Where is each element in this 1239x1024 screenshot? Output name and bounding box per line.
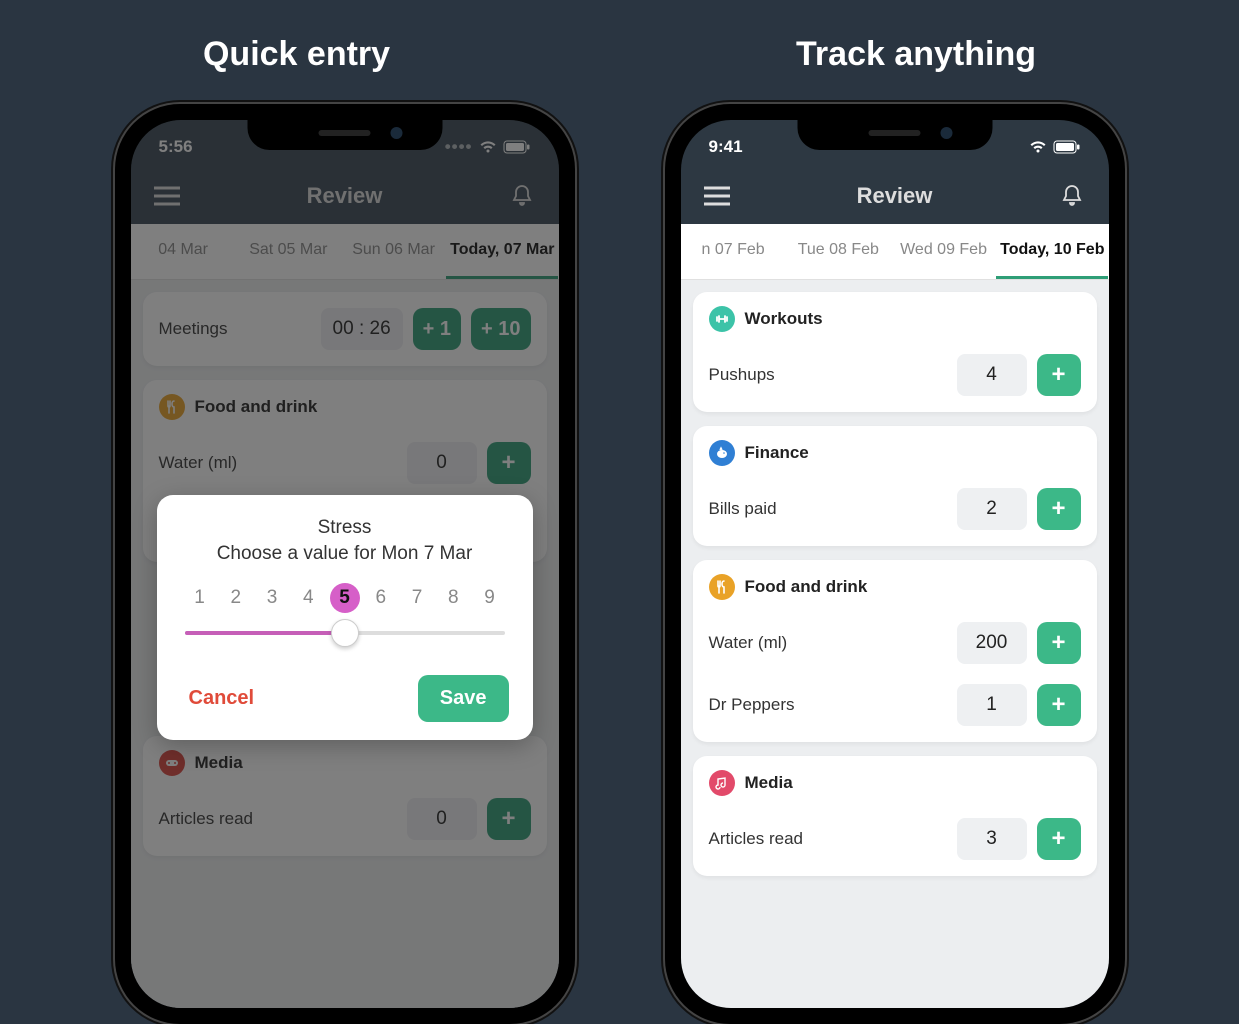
modal-subtitle: Choose a value for Mon 7 Mar — [181, 543, 509, 565]
screen-left: 5:56 •••• Review — [131, 120, 559, 1008]
add-button[interactable]: + — [1037, 488, 1081, 530]
content-area: Workouts Pushups 4 + — [681, 280, 1109, 1008]
date-tab[interactable]: Tue 08 Feb — [786, 224, 891, 279]
wifi-icon — [1029, 140, 1047, 154]
value-box[interactable]: 1 — [957, 684, 1027, 726]
heading-track-anything: Track anything — [796, 35, 1036, 74]
date-tabs: n 07 Feb Tue 08 Feb Wed 09 Feb Today, 10… — [681, 224, 1109, 280]
phone-frame-right: 9:41 Review — [665, 104, 1125, 1024]
scale-5-selected[interactable]: 5 — [330, 583, 360, 613]
value-box[interactable]: 2 — [957, 488, 1027, 530]
menu-icon[interactable] — [703, 182, 731, 210]
value-box[interactable]: 200 — [957, 622, 1027, 664]
bell-icon[interactable] — [1058, 182, 1086, 210]
utensils-icon — [709, 574, 735, 600]
page-title: Review — [857, 183, 933, 209]
scale-4[interactable]: 4 — [293, 583, 323, 613]
card-title: Media — [745, 773, 793, 793]
slider[interactable] — [185, 621, 505, 645]
scale-7[interactable]: 7 — [402, 583, 432, 613]
modal-title: Stress — [181, 517, 509, 539]
row-label: Bills paid — [709, 499, 777, 519]
add-button[interactable]: + — [1037, 354, 1081, 396]
card-media: Media Articles read 3 + — [693, 756, 1097, 876]
card-title: Food and drink — [745, 577, 868, 597]
phone-frame-left: 5:56 •••• Review — [115, 104, 575, 1024]
scale-6[interactable]: 6 — [366, 583, 396, 613]
scale-1[interactable]: 1 — [185, 583, 215, 613]
music-icon — [709, 770, 735, 796]
status-time: 9:41 — [709, 137, 743, 157]
cancel-button[interactable]: Cancel — [181, 677, 263, 720]
scale-3[interactable]: 3 — [257, 583, 287, 613]
add-button[interactable]: + — [1037, 684, 1081, 726]
card-workouts: Workouts Pushups 4 + — [693, 292, 1097, 412]
date-tab[interactable]: n 07 Feb — [681, 224, 786, 279]
row-label: Articles read — [709, 829, 803, 849]
scale-2[interactable]: 2 — [221, 583, 251, 613]
row-label: Water (ml) — [709, 633, 788, 653]
screen-right: 9:41 Review — [681, 120, 1109, 1008]
add-button[interactable]: + — [1037, 818, 1081, 860]
stress-modal: Stress Choose a value for Mon 7 Mar 1 2 … — [157, 495, 533, 740]
notch — [247, 118, 442, 150]
row-label: Pushups — [709, 365, 775, 385]
dumbbell-icon — [709, 306, 735, 332]
piggy-icon — [709, 440, 735, 466]
app-header: Review — [681, 168, 1109, 224]
battery-icon — [1053, 140, 1081, 154]
card-title: Workouts — [745, 309, 823, 329]
heading-quick-entry: Quick entry — [203, 35, 390, 74]
slider-thumb[interactable] — [331, 619, 359, 647]
value-box[interactable]: 3 — [957, 818, 1027, 860]
date-tab[interactable]: Wed 09 Feb — [891, 224, 996, 279]
card-food: Food and drink Water (ml) 200 + Dr Peppe… — [693, 560, 1097, 742]
save-button[interactable]: Save — [418, 675, 509, 722]
row-label: Dr Peppers — [709, 695, 795, 715]
value-box[interactable]: 4 — [957, 354, 1027, 396]
add-button[interactable]: + — [1037, 622, 1081, 664]
date-tab-active[interactable]: Today, 10 Feb — [996, 224, 1108, 279]
scale-9[interactable]: 9 — [475, 583, 505, 613]
scale-row: 1 2 3 4 5 6 7 8 9 — [181, 583, 509, 613]
card-title: Finance — [745, 443, 809, 463]
scale-8[interactable]: 8 — [438, 583, 468, 613]
card-finance: Finance Bills paid 2 + — [693, 426, 1097, 546]
notch — [797, 118, 992, 150]
